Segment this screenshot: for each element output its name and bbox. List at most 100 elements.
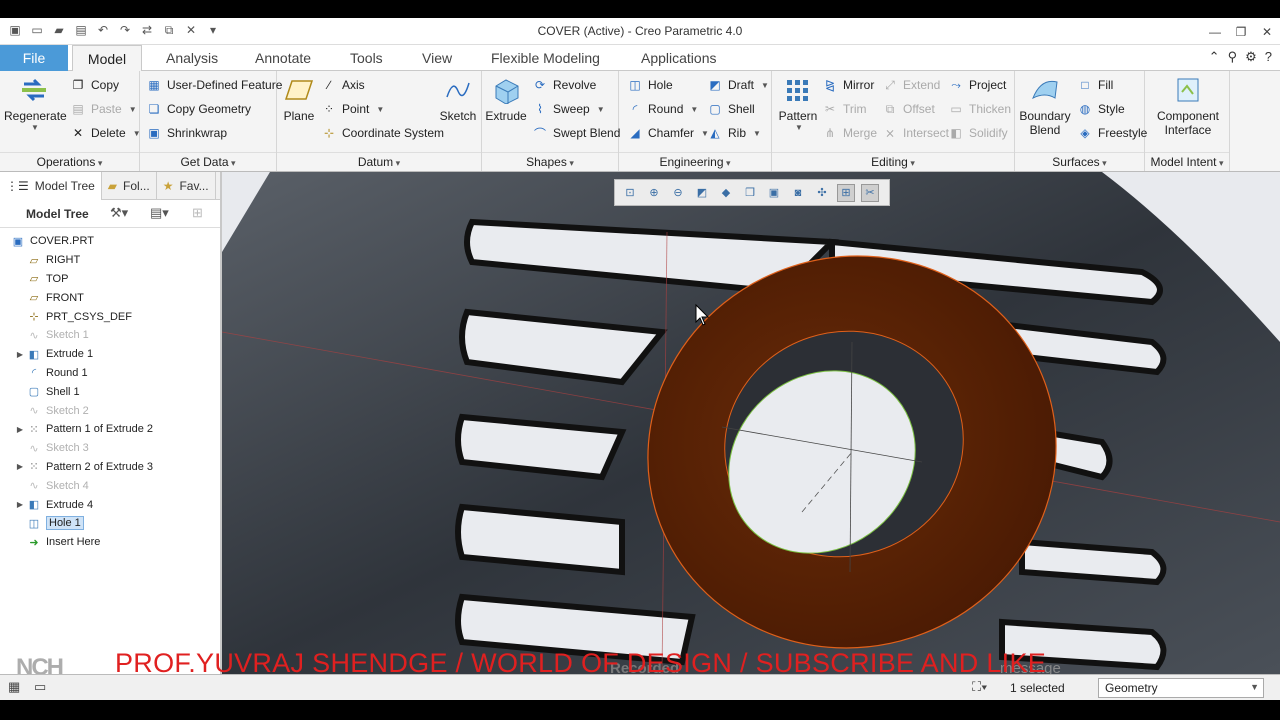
model-intent-group-label[interactable]: Model Intent [1145, 152, 1229, 169]
project-button[interactable]: ⤳ Project [948, 75, 1006, 95]
datum-display-icon[interactable]: ✣ [813, 184, 831, 202]
draft-button[interactable]: ◩ Draft ▼ [707, 75, 769, 95]
graphics-window[interactable]: ⊡ ⊕ ⊖ ◩ ◆ ❒ ▣ ◙ ✣ ⊞ ✂ [222, 172, 1280, 674]
tree-item[interactable]: ▱ RIGHT [0, 251, 220, 270]
tree-item[interactable]: ▶ ⁙ Pattern 1 of Extrude 2 [0, 420, 220, 439]
merge-button[interactable]: ⋔ Merge [822, 123, 877, 143]
tree-item[interactable]: ▢ Shell 1 [0, 382, 220, 401]
extrude-button[interactable]: Extrude [484, 75, 528, 123]
saved-orientations-icon[interactable]: ❒ [741, 184, 759, 202]
spin-center-icon[interactable]: ⊞ [837, 183, 855, 202]
annotation-display-icon[interactable]: ✂ [861, 183, 879, 202]
display-style-icon[interactable]: ◆ [717, 184, 735, 202]
zoom-in-icon[interactable]: ⊕ [645, 184, 663, 202]
tree-item[interactable]: ∿ Sketch 4 [0, 476, 220, 495]
solidify-button[interactable]: ◧ Solidify [948, 123, 1007, 143]
tree-item[interactable]: ▱ FRONT [0, 288, 220, 307]
tree-item[interactable]: ▶ ⁙ Pattern 2 of Extrude 3 [0, 458, 220, 477]
settings-icon[interactable]: ⚙ [1245, 49, 1257, 65]
mirror-button[interactable]: ⧎ Mirror [822, 75, 874, 95]
trim-button[interactable]: ✂ Trim [822, 99, 867, 119]
tree-item[interactable]: ▣ COVER.PRT [0, 232, 220, 251]
regenerate-button[interactable]: Regenerate ▼ [4, 75, 67, 132]
copy-button[interactable]: ❐ Copy [70, 75, 119, 95]
sketch-button[interactable]: Sketch [437, 75, 479, 123]
axis-button[interactable]: ∕ Axis [321, 75, 365, 95]
tree-item[interactable]: ∿ Sketch 1 [0, 326, 220, 345]
editing-group-label[interactable]: Editing [772, 152, 1014, 169]
tree-settings-icon[interactable]: ⚒▾ [110, 205, 128, 221]
search-icon[interactable]: ⚲ [1228, 49, 1238, 65]
repaint-icon[interactable]: ◩ [693, 184, 711, 202]
zoom-out-icon[interactable]: ⊖ [669, 184, 687, 202]
tab-flexible-modeling[interactable]: Flexible Modeling [481, 45, 610, 71]
get-data-group-label[interactable]: Get Data [140, 152, 276, 169]
point-button[interactable]: ⁘ Point ▼ [321, 99, 384, 119]
tab-view[interactable]: View [412, 45, 462, 71]
tree-item[interactable]: ➜ Insert Here [0, 533, 220, 552]
sweep-button[interactable]: ⌇ Sweep ▼ [532, 99, 605, 119]
offset-button[interactable]: ⧉ Offset [882, 99, 935, 119]
expand-arrow-icon[interactable]: ▶ [14, 500, 26, 509]
refit-icon[interactable]: ⊡ [621, 184, 639, 202]
tab-model-tree[interactable]: ⋮☰ Model Tree [0, 172, 102, 200]
freestyle-button[interactable]: ◈ Freestyle [1077, 123, 1147, 143]
tab-applications[interactable]: Applications [631, 45, 727, 71]
tree-item[interactable]: ▱ TOP [0, 270, 220, 289]
selection-filter-icon[interactable]: ⛶▾ [972, 679, 987, 695]
fill-button[interactable]: □ Fill [1077, 75, 1113, 95]
chamfer-button[interactable]: ◢ Chamfer ▼ [627, 123, 709, 143]
shapes-group-label[interactable]: Shapes [482, 152, 618, 169]
tab-model[interactable]: Model [72, 45, 142, 71]
datum-group-label[interactable]: Datum [277, 152, 481, 169]
collapse-ribbon-icon[interactable]: ⌃ [1209, 49, 1220, 65]
plane-button[interactable]: Plane [279, 75, 319, 123]
tree-item[interactable]: ∿ Sketch 3 [0, 439, 220, 458]
status-message-icon[interactable]: ▭ [34, 679, 46, 695]
copy-geometry-button[interactable]: ❏ Copy Geometry [146, 99, 251, 119]
delete-button[interactable]: ✕ Delete ▼ [70, 123, 141, 143]
udf-button[interactable]: ▦ User-Defined Feature [146, 75, 282, 95]
tree-item[interactable]: ◜ Round 1 [0, 364, 220, 383]
round-button[interactable]: ◜ Round ▼ [627, 99, 699, 119]
tab-file[interactable]: File [0, 45, 68, 71]
intersect-button[interactable]: ⨯ Intersect [882, 123, 949, 143]
restore-icon[interactable]: ❐ [1228, 18, 1254, 45]
tree-item[interactable]: ⊹ PRT_CSYS_DEF [0, 307, 220, 326]
surfaces-group-label[interactable]: Surfaces [1015, 152, 1144, 169]
csys-button[interactable]: ⊹ Coordinate System [321, 123, 444, 143]
tab-favorites[interactable]: ★ Fav... [157, 172, 216, 200]
tree-item[interactable]: ▶ ◧ Extrude 4 [0, 495, 220, 514]
expand-arrow-icon[interactable]: ▶ [14, 425, 26, 434]
boundary-blend-button[interactable]: Boundary Blend [1017, 75, 1073, 137]
tab-annotate[interactable]: Annotate [245, 45, 321, 71]
style-button[interactable]: ◍ Style [1077, 99, 1125, 119]
expand-arrow-icon[interactable]: ▶ [14, 350, 26, 359]
selection-filter-dropdown[interactable]: Geometry ▼ [1098, 678, 1264, 698]
swept-blend-button[interactable]: ⌒ Swept Blend [532, 123, 620, 143]
engineering-group-label[interactable]: Engineering [619, 152, 771, 169]
tree-item[interactable]: ∿ Sketch 2 [0, 401, 220, 420]
tree-item[interactable]: ◫ Hole 1 [0, 514, 220, 533]
view-manager-icon[interactable]: ▣ [765, 184, 783, 202]
tree-filter-icon[interactable]: ⊞ [192, 205, 203, 221]
component-interface-button[interactable]: Component Interface [1149, 75, 1227, 137]
shell-button[interactable]: ▢ Shell [707, 99, 754, 119]
help-icon[interactable]: ? [1265, 49, 1272, 65]
tab-folder-browser[interactable]: ▰ Fol... [102, 172, 157, 200]
revolve-button[interactable]: ⟳ Revolve [532, 75, 596, 95]
tab-tools[interactable]: Tools [340, 45, 393, 71]
thicken-button[interactable]: ▭ Thicken [948, 99, 1011, 119]
shrinkwrap-button[interactable]: ▣ Shrinkwrap [146, 123, 227, 143]
perspective-icon[interactable]: ◙ [789, 184, 807, 202]
tree-columns-icon[interactable]: ▤▾ [150, 205, 169, 221]
minimize-icon[interactable]: — [1202, 18, 1228, 45]
paste-button[interactable]: ▤ Paste ▼ [70, 99, 136, 119]
expand-arrow-icon[interactable]: ▶ [14, 462, 26, 471]
hole-button[interactable]: ◫ Hole [627, 75, 672, 95]
tree-item[interactable]: ▶ ◧ Extrude 1 [0, 345, 220, 364]
tab-analysis[interactable]: Analysis [156, 45, 228, 71]
pattern-button[interactable]: Pattern ▼ [776, 75, 820, 132]
status-grid-icon[interactable]: ▦ [8, 679, 20, 695]
close-icon[interactable]: ✕ [1254, 18, 1280, 45]
